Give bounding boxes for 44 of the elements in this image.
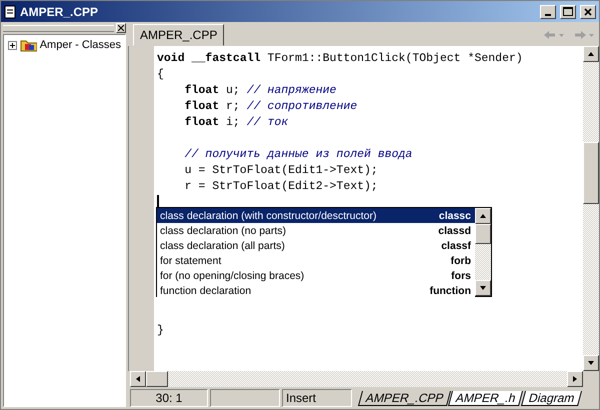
code-editor[interactable] [154,46,583,371]
scroll-up-icon [587,50,595,58]
scrollbar-thumb[interactable] [475,224,491,244]
horizontal-scrollbar[interactable] [130,371,583,387]
close-button[interactable] [116,23,126,33]
completion-item[interactable]: function declaration function [157,283,475,298]
code-line: } [157,324,164,336]
scrollbar-thumb[interactable] [146,371,168,387]
vertical-scrollbar[interactable] [583,46,599,371]
expand-toggle[interactable] [8,40,17,50]
close-icon [118,25,124,31]
document-icon [4,4,16,18]
cursor-position: 30: 1 [130,389,208,407]
scroll-up-icon [479,212,487,220]
scroll-down-icon [587,359,595,367]
tree-item[interactable]: Amper - Classes [40,39,121,51]
file-tab[interactable]: AMPER_.CPP [358,390,452,406]
maximize-icon [563,7,573,16]
minimize-button[interactable] [540,4,556,18]
code-line: u = StrToFloat(Edit1->Text); [184,164,378,176]
code-line: r = StrToFloat(Edit2->Text); [184,180,378,192]
completion-item[interactable]: class declaration (with constructor/desctructor) classc [157,208,475,223]
code-line: { [157,68,164,80]
maximize-button[interactable] [560,4,576,18]
close-button[interactable] [580,4,596,18]
file-tab[interactable]: Diagram [520,390,582,406]
minimize-icon [545,14,551,16]
code-line: void __fastcall TForm1::Button1Click(TObject *Sender) [157,52,523,64]
code-line: float r; // сопротивление [184,100,358,112]
edit-mode: Insert [282,389,352,407]
popup-scrollbar[interactable] [475,208,491,296]
status-panel [210,389,280,407]
scrollbar-thumb[interactable] [583,142,599,204]
editor-tab[interactable]: AMPER_.CPP [133,24,224,46]
code-line: float i; // ток [184,116,288,128]
folder-icon [20,38,37,52]
scroll-left-icon [134,375,142,383]
window-title: AMPER_.CPP [20,4,100,18]
code-line: float u; // напряжение [184,84,336,96]
code-line: // получить данные из полей ввода [184,148,412,160]
file-tab[interactable]: AMPER_.h [448,390,524,406]
scroll-right-icon [571,375,579,383]
scroll-down-icon [479,284,487,292]
close-icon [584,8,592,16]
